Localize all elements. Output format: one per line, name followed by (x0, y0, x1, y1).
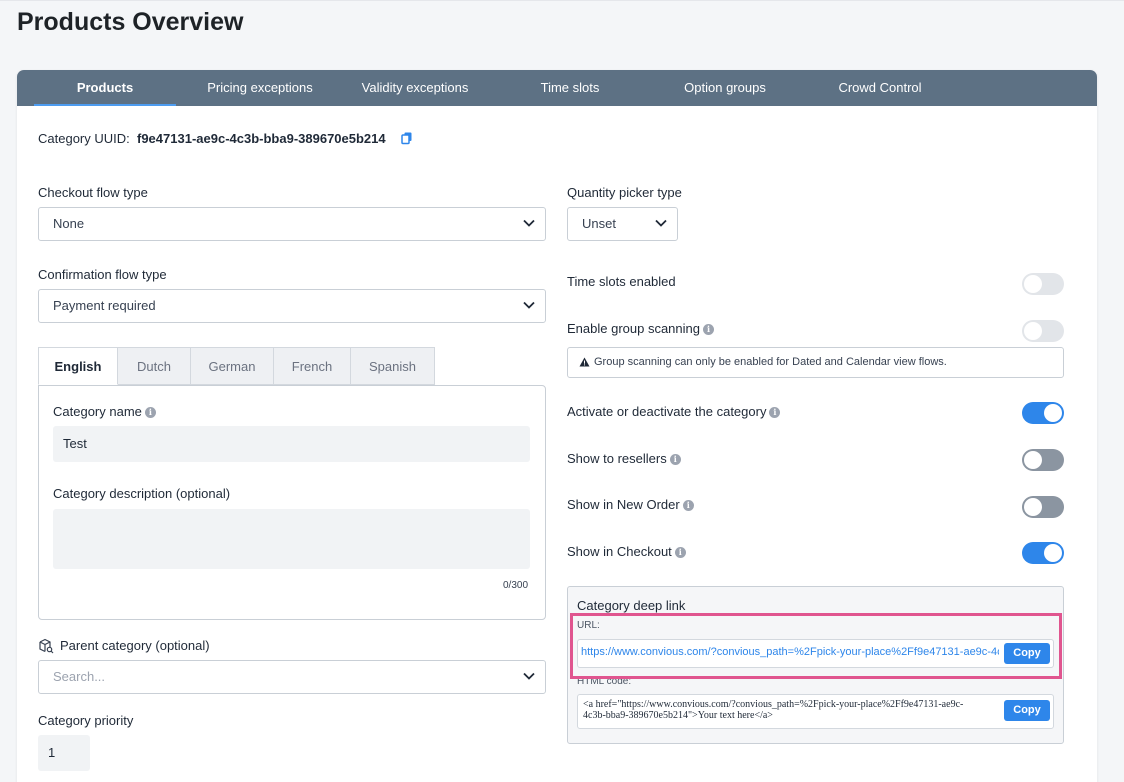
category-description-label: Category description (optional) (53, 486, 231, 501)
info-icon: i (769, 407, 781, 418)
tab-pricing-exceptions[interactable]: Pricing exceptions (189, 70, 331, 106)
lang-tab-dutch[interactable]: Dutch (117, 347, 191, 385)
priority-label: Category priority (38, 713, 134, 728)
priority-input[interactable]: 1 (38, 735, 90, 771)
language-panel (38, 385, 546, 620)
parent-category-label: Parent category (optional) (60, 638, 210, 653)
parent-category-placeholder: Search... (53, 669, 106, 684)
box-search-icon (38, 638, 54, 654)
top-divider (0, 0, 1124, 1)
uuid-label: Category UUID: (38, 131, 130, 146)
checkout-toggle[interactable] (1022, 542, 1064, 564)
tab-time-slots[interactable]: Time slots (499, 70, 641, 106)
deep-link-title: Category deep link (577, 598, 686, 613)
resellers-label: Show to resellers i (567, 451, 681, 466)
info-icon: i (682, 500, 694, 511)
category-description-input[interactable] (53, 509, 530, 569)
tab-option-groups[interactable]: Option groups (654, 70, 796, 106)
group-scanning-label: Enable group scanning i (567, 321, 714, 336)
info-icon: i (703, 324, 714, 335)
url-highlight-box (570, 613, 1062, 679)
copy-html-button[interactable]: Copy (1004, 700, 1050, 721)
parent-category-search[interactable]: Search... (38, 660, 546, 694)
chevron-down-icon (523, 672, 535, 680)
time-slots-toggle[interactable] (1022, 273, 1064, 295)
page-title: Products Overview (17, 8, 244, 36)
category-name-label: Category name i (53, 404, 156, 419)
tab-products[interactable]: Products (34, 70, 176, 106)
checkout-flow-value: None (53, 216, 85, 231)
checkout-flow-select[interactable]: None (38, 207, 546, 241)
lang-tab-english[interactable]: English (38, 347, 118, 385)
confirmation-flow-select[interactable]: Payment required (38, 289, 546, 323)
html-code-line2[interactable]: 4c3b-bba9-389670e5b214">Your text here</… (583, 710, 1001, 721)
copy-uuid-icon[interactable] (401, 132, 413, 145)
lang-tab-german[interactable]: German (190, 347, 274, 385)
quantity-picker-value: Unset (582, 216, 616, 231)
checkout-label: Show in Checkout i (567, 544, 686, 559)
activate-toggle[interactable] (1022, 402, 1064, 424)
info-icon: i (674, 547, 686, 558)
resellers-toggle[interactable] (1022, 449, 1064, 471)
category-name-input[interactable]: Test (53, 426, 530, 462)
uuid-value: f9e47131-ae9c-4c3b-bba9-389670e5b214 (137, 131, 386, 146)
confirmation-flow-label: Confirmation flow type (38, 267, 167, 282)
new-order-toggle[interactable] (1022, 496, 1064, 518)
time-slots-label: Time slots enabled (567, 274, 676, 289)
warning-icon (579, 357, 590, 367)
quantity-picker-select[interactable]: Unset (567, 207, 678, 241)
quantity-picker-label: Quantity picker type (567, 185, 682, 200)
info-icon: i (144, 407, 156, 418)
group-scanning-toggle[interactable] (1022, 320, 1064, 342)
html-code-line1[interactable]: <a href="https://www.convious.com/?convi… (583, 699, 1001, 710)
chevron-down-icon (523, 301, 535, 309)
chevron-down-icon (523, 219, 535, 227)
description-counter: 0/300 (503, 580, 529, 591)
tab-validity-exceptions[interactable]: Validity exceptions (344, 70, 486, 106)
lang-tab-spanish[interactable]: Spanish (350, 347, 435, 385)
tab-bar: Products Pricing exceptions Validity exc… (17, 70, 1097, 106)
checkout-flow-label: Checkout flow type (38, 185, 148, 200)
tab-crowd-control[interactable]: Crowd Control (809, 70, 951, 106)
lang-tab-french[interactable]: French (273, 347, 351, 385)
activate-label: Activate or deactivate the category i (567, 404, 781, 419)
info-icon: i (669, 454, 681, 465)
confirmation-flow-value: Payment required (53, 298, 156, 313)
chevron-down-icon (655, 219, 667, 227)
new-order-label: Show in New Order i (567, 497, 694, 512)
group-scanning-warning: Group scanning can only be enabled for D… (567, 347, 1064, 378)
